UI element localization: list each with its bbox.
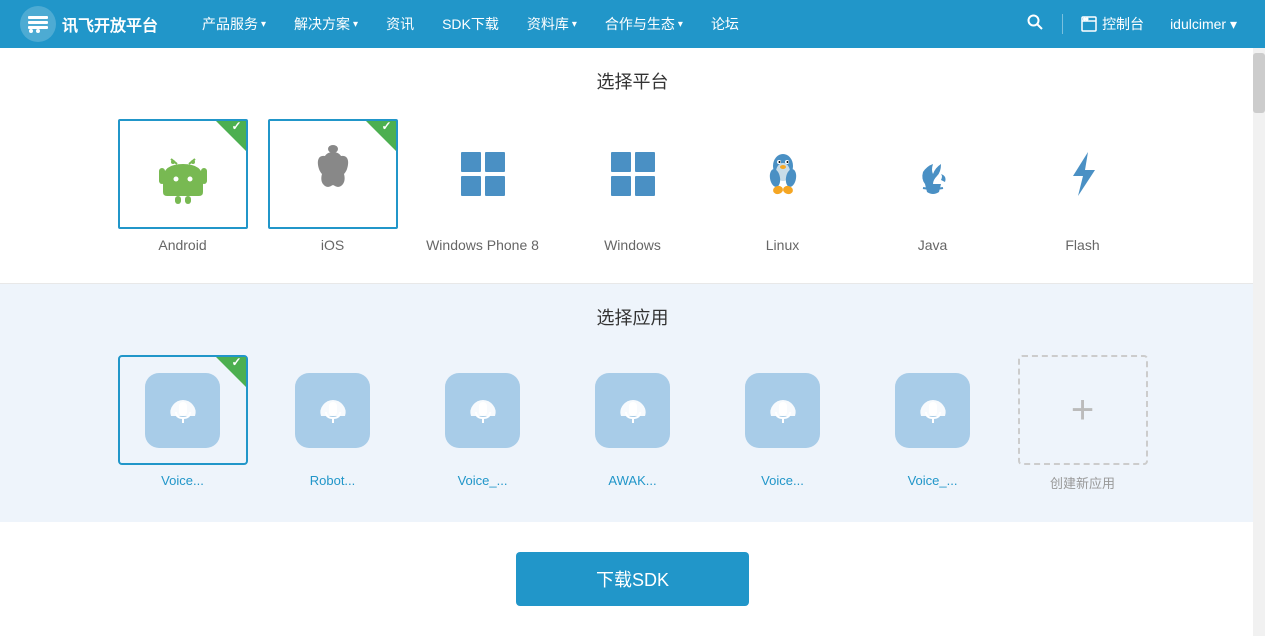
platform-section: 选择平台 Android	[0, 48, 1265, 284]
windows-phone-icon	[453, 144, 513, 204]
app-icon-box-0	[118, 355, 248, 465]
platform-java-label: Java	[918, 237, 948, 253]
download-section: 下载SDK	[0, 522, 1265, 636]
mic-cloud-icon-5	[913, 390, 953, 430]
mic-cloud-icon-3	[613, 390, 653, 430]
app-icon-inner-0	[145, 373, 220, 448]
linux-icon	[753, 144, 813, 204]
header-right: 控制台 idulcimer ▾	[1018, 9, 1245, 40]
platform-flash-label: Flash	[1065, 237, 1099, 253]
app-label-3: AWAK...	[608, 473, 656, 488]
platform-linux-box	[718, 119, 848, 229]
platform-android-box	[118, 119, 248, 229]
user-menu[interactable]: idulcimer ▾	[1162, 12, 1245, 37]
mic-cloud-icon-2	[463, 390, 503, 430]
platform-title: 选择平台	[60, 68, 1205, 94]
logo-icon	[20, 6, 56, 42]
scrollbar-thumb[interactable]	[1253, 53, 1265, 113]
nav-news[interactable]: 资讯	[372, 0, 428, 48]
nav-resources[interactable]: 资料库▾	[513, 0, 591, 48]
platform-ios[interactable]: iOS	[268, 119, 398, 253]
platform-windows-label: Windows	[604, 237, 661, 253]
nav-solutions[interactable]: 解决方案▾	[280, 0, 372, 48]
create-app-item[interactable]: + 创建新应用	[1018, 355, 1148, 492]
app-label-2: Voice_...	[458, 473, 508, 488]
logo[interactable]: 讯飞开放平台	[20, 6, 158, 42]
platform-android-label: Android	[158, 237, 206, 253]
app-icon-box-1	[268, 355, 398, 465]
windows-icon	[603, 144, 663, 204]
plus-icon: +	[1071, 390, 1094, 430]
app-icon-inner-1	[295, 373, 370, 448]
platform-wp8-box	[418, 119, 548, 229]
app-icon-inner-2	[445, 373, 520, 448]
header: 讯飞开放平台 产品服务▾ 解决方案▾ 资讯 SDK下载 资料库▾ 合作与生态▾ …	[0, 0, 1265, 48]
search-button[interactable]	[1018, 9, 1052, 40]
nav-forum[interactable]: 论坛	[697, 0, 753, 48]
app-icon-box-2	[418, 355, 548, 465]
app-grid: Voice... Robot...	[60, 355, 1205, 492]
platform-wp8-label: Windows Phone 8	[426, 237, 539, 253]
app-icon-inner-5	[895, 373, 970, 448]
nav-sdk-download[interactable]: SDK下载	[428, 0, 513, 48]
logo-text: 讯飞开放平台	[62, 12, 158, 36]
app-icon-box-5	[868, 355, 998, 465]
create-app-label: 创建新应用	[1050, 473, 1115, 492]
app-icon-inner-4	[745, 373, 820, 448]
mic-cloud-icon-1	[313, 390, 353, 430]
app-label-0: Voice...	[161, 473, 204, 488]
app-icon-box-3	[568, 355, 698, 465]
divider	[1062, 14, 1063, 34]
selected-checkmark-ios	[366, 121, 396, 151]
app-icon-box-4	[718, 355, 848, 465]
app-item-0[interactable]: Voice...	[118, 355, 248, 488]
app-item-4[interactable]: Voice...	[718, 355, 848, 488]
platform-java-box	[868, 119, 998, 229]
android-icon	[153, 144, 213, 204]
java-icon	[903, 144, 963, 204]
main-nav: 产品服务▾ 解决方案▾ 资讯 SDK下载 资料库▾ 合作与生态▾ 论坛	[188, 0, 1018, 48]
flash-icon	[1053, 144, 1113, 204]
app-section: 选择应用 Voice...	[0, 284, 1265, 522]
app-item-3[interactable]: AWAK...	[568, 355, 698, 488]
mic-cloud-icon-0	[163, 390, 203, 430]
platform-linux-label: Linux	[766, 237, 799, 253]
platform-wp8[interactable]: Windows Phone 8	[418, 119, 548, 253]
platform-windows-box	[568, 119, 698, 229]
platform-linux[interactable]: Linux	[718, 119, 848, 253]
platform-grid: Android iOS Windo	[60, 119, 1205, 253]
create-app-box: +	[1018, 355, 1148, 465]
platform-windows[interactable]: Windows	[568, 119, 698, 253]
mic-cloud-icon-4	[763, 390, 803, 430]
app-checkmark-0	[216, 357, 246, 387]
selected-checkmark	[216, 121, 246, 151]
app-label-1: Robot...	[310, 473, 356, 488]
app-icon-inner-3	[595, 373, 670, 448]
platform-android[interactable]: Android	[118, 119, 248, 253]
app-item-1[interactable]: Robot...	[268, 355, 398, 488]
nav-cooperation[interactable]: 合作与生态▾	[591, 0, 697, 48]
platform-java[interactable]: Java	[868, 119, 998, 253]
platform-ios-label: iOS	[321, 237, 344, 253]
platform-flash[interactable]: Flash	[1018, 119, 1148, 253]
console-button[interactable]: 控制台	[1073, 10, 1152, 38]
download-sdk-button[interactable]: 下载SDK	[516, 552, 749, 606]
platform-flash-box	[1018, 119, 1148, 229]
app-label-5: Voice_...	[908, 473, 958, 488]
app-item-5[interactable]: Voice_...	[868, 355, 998, 488]
scrollbar-track[interactable]	[1253, 48, 1265, 636]
ios-icon	[303, 144, 363, 204]
app-item-2[interactable]: Voice_...	[418, 355, 548, 488]
platform-ios-box	[268, 119, 398, 229]
nav-product-service[interactable]: 产品服务▾	[188, 0, 280, 48]
app-label-4: Voice...	[761, 473, 804, 488]
app-title: 选择应用	[60, 304, 1205, 330]
